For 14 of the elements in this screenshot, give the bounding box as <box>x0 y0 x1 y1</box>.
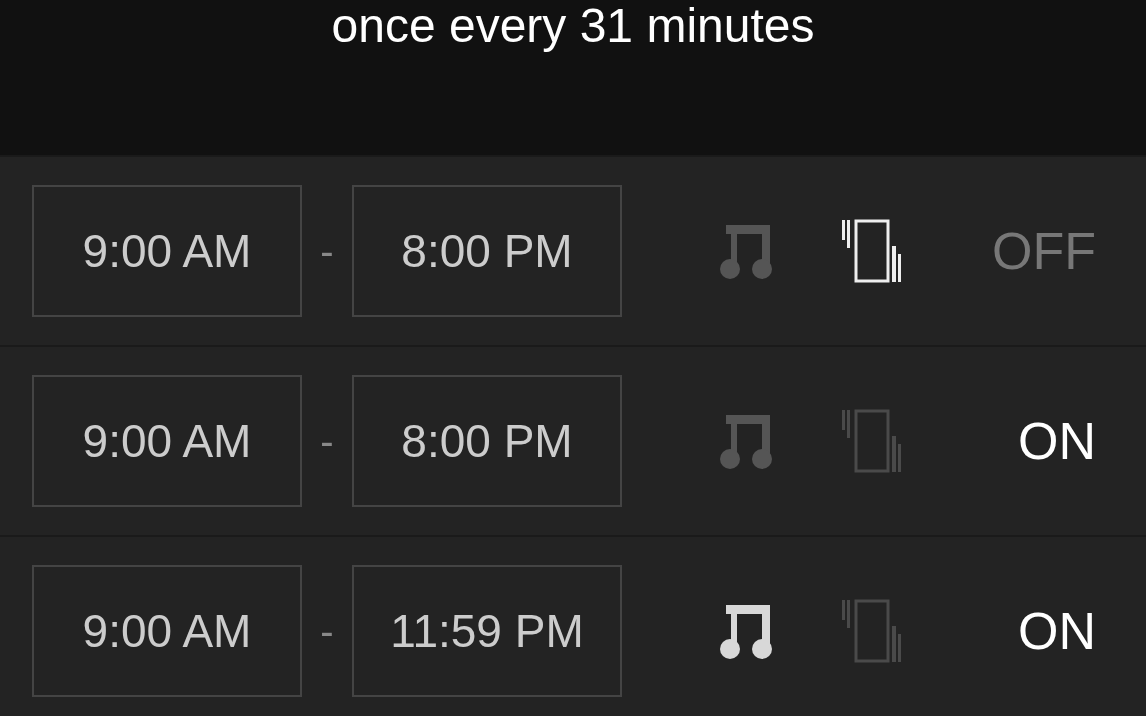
interval-text: once every 31 minutes <box>331 0 815 52</box>
end-time-field[interactable]: 8:00 PM <box>352 375 622 507</box>
toggle-status[interactable]: ON <box>1018 402 1096 480</box>
range-dash: - <box>319 228 335 275</box>
range-dash: - <box>319 418 335 465</box>
toggle-status[interactable]: ON <box>1018 592 1096 670</box>
range-dash: - <box>319 608 335 655</box>
vibrate-phone-icon[interactable] <box>840 218 904 284</box>
start-time-field[interactable]: 9:00 AM <box>32 565 302 697</box>
end-time-field[interactable]: 11:59 PM <box>352 565 622 697</box>
toggle-status[interactable]: OFF <box>992 212 1096 290</box>
end-time-field[interactable]: 8:00 PM <box>352 185 622 317</box>
start-time-field[interactable]: 9:00 AM <box>32 185 302 317</box>
start-time-field[interactable]: 9:00 AM <box>32 375 302 507</box>
